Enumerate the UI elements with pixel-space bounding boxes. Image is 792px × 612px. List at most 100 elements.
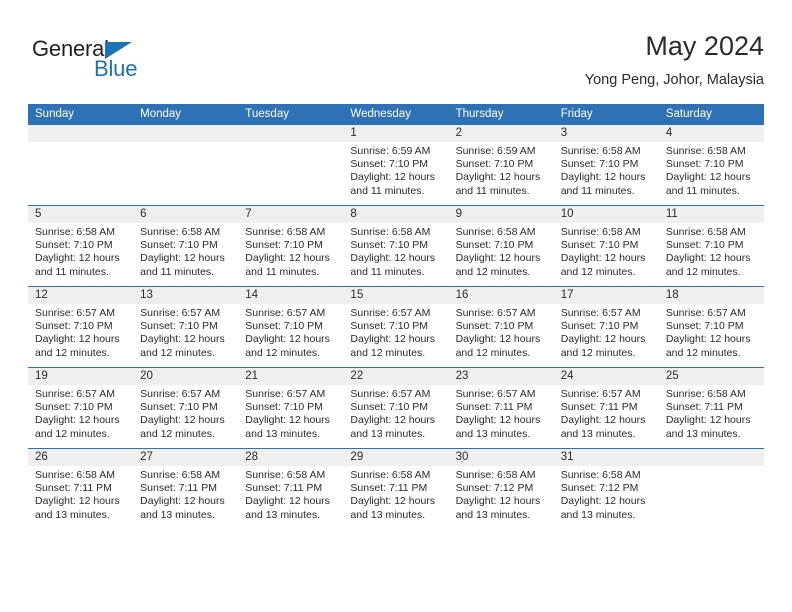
daylight-text: Daylight: 12 hours and 12 minutes. (140, 414, 225, 440)
sunset-text: Sunset: 7:10 PM (350, 401, 429, 414)
day-sun-info: Sunrise: 6:58 AM Sunset: 7:10 PM Daylight:… (343, 223, 448, 279)
calendar-day-cell-empty (238, 125, 344, 206)
calendar-day-cell[interactable]: 12 Sunrise: 6:57 AM Sunset: 7:10 PM Dayligh… (28, 286, 134, 368)
day-number-band: 20 (133, 368, 239, 385)
calendar-day-cell[interactable]: 23 Sunrise: 6:57 AM Sunset: 7:11 PM Dayligh… (448, 367, 554, 449)
sunset-text: Sunset: 7:10 PM (140, 401, 218, 414)
sunset-text: Sunset: 7:11 PM (455, 401, 533, 414)
daylight-text: Daylight: 12 hours and 12 minutes. (35, 414, 120, 440)
day-sun-info: Sunrise: 6:57 AM Sunset: 7:10 PM Daylight:… (238, 385, 343, 441)
sunset-text: Sunset: 7:10 PM (665, 158, 744, 171)
day-number: 9 (455, 208, 462, 220)
calendar-day-cell[interactable]: 21 Sunrise: 6:57 AM Sunset: 7:10 PM Dayligh… (238, 367, 344, 449)
calendar-day-cell[interactable]: 27 Sunrise: 6:58 AM Sunset: 7:11 PM Dayligh… (133, 448, 239, 529)
calendar-day-cell[interactable]: 17 Sunrise: 6:57 AM Sunset: 7:10 PM Dayligh… (553, 286, 659, 368)
calendar-day-cell[interactable]: 7 Sunrise: 6:58 AM Sunset: 7:10 PM Daylight… (238, 205, 344, 287)
calendar-day-cell[interactable]: 8 Sunrise: 6:58 AM Sunset: 7:10 PM Daylight… (343, 205, 449, 287)
calendar-day-cell[interactable]: 13 Sunrise: 6:57 AM Sunset: 7:10 PM Dayligh… (133, 286, 239, 368)
calendar-day-cell[interactable]: 15 Sunrise: 6:57 AM Sunset: 7:10 PM Dayligh… (343, 286, 449, 368)
day-number: 2 (455, 127, 462, 139)
day-sun-info: Sunrise: 6:57 AM Sunset: 7:10 PM Daylight:… (343, 304, 448, 360)
logo-word-blue: Blue (94, 56, 138, 81)
day-number-band: 12 (28, 287, 134, 304)
sunrise-text: Sunrise: 6:58 AM (665, 226, 746, 238)
daylight-text: Daylight: 12 hours and 13 minutes. (560, 414, 646, 440)
calendar-day-cell[interactable]: 19 Sunrise: 6:57 AM Sunset: 7:10 PM Dayligh… (28, 367, 134, 449)
sunset-text: Sunset: 7:10 PM (245, 401, 323, 414)
daylight-text: Daylight: 12 hours and 12 minutes. (140, 333, 225, 359)
day-cell-content: 9 Sunrise: 6:58 AM Sunset: 7:10 PM Daylight… (448, 206, 554, 286)
calendar-day-cell[interactable]: 6 Sunrise: 6:58 AM Sunset: 7:10 PM Daylight… (133, 205, 239, 287)
sunrise-text: Sunrise: 6:57 AM (140, 388, 221, 400)
day-sun-info: Sunrise: 6:59 AM Sunset: 7:10 PM Daylight:… (449, 142, 554, 198)
daylight-text: Daylight: 12 hours and 13 minutes. (665, 414, 751, 440)
daylight-text: Daylight: 12 hours and 11 minutes. (665, 171, 751, 197)
day-cell-content: 10 Sunrise: 6:58 AM Sunset: 7:10 PM Dayligh… (553, 206, 659, 286)
calendar-day-cell[interactable]: 31 Sunrise: 6:58 AM Sunset: 7:12 PM Dayligh… (553, 448, 659, 529)
calendar-day-cell[interactable]: 25 Sunrise: 6:58 AM Sunset: 7:11 PM Dayligh… (658, 367, 764, 449)
day-number: 27 (140, 451, 153, 463)
sunrise-text: Sunrise: 6:57 AM (245, 307, 326, 319)
day-number: 26 (35, 451, 48, 463)
calendar-day-cell[interactable]: 2 Sunrise: 6:59 AM Sunset: 7:10 PM Daylight… (448, 125, 554, 206)
sunrise-text: Sunrise: 6:57 AM (35, 307, 115, 319)
calendar-day-cell[interactable]: 16 Sunrise: 6:57 AM Sunset: 7:10 PM Dayligh… (448, 286, 554, 368)
page-title: May 2024 (645, 31, 764, 61)
calendar-day-cell[interactable]: 14 Sunrise: 6:57 AM Sunset: 7:10 PM Dayligh… (238, 286, 344, 368)
calendar-day-cell[interactable]: 26 Sunrise: 6:58 AM Sunset: 7:11 PM Dayligh… (28, 448, 134, 529)
day-cell-content: 28 Sunrise: 6:58 AM Sunset: 7:11 PM Dayligh… (238, 449, 344, 529)
calendar-page: General Blue May 2024 Yong Peng, Johor, … (0, 0, 792, 612)
day-number-band: 30 (448, 449, 554, 466)
calendar-day-cell[interactable]: 22 Sunrise: 6:57 AM Sunset: 7:10 PM Dayligh… (343, 367, 449, 449)
daylight-text: Daylight: 12 hours and 11 minutes. (350, 252, 436, 278)
sunrise-text: Sunrise: 6:57 AM (245, 388, 326, 400)
day-cell-content: 16 Sunrise: 6:57 AM Sunset: 7:10 PM Dayligh… (448, 287, 554, 367)
sunrise-text: Sunrise: 6:58 AM (35, 469, 115, 481)
calendar-day-cell[interactable]: 1 Sunrise: 6:59 AM Sunset: 7:10 PM Daylight… (343, 125, 449, 206)
day-number-band: 28 (238, 449, 344, 466)
calendar-day-cell[interactable]: 30 Sunrise: 6:58 AM Sunset: 7:12 PM Dayligh… (448, 448, 554, 529)
day-cell-content: 4 Sunrise: 6:58 AM Sunset: 7:10 PM Daylight… (658, 125, 764, 205)
day-cell-content: 31 Sunrise: 6:58 AM Sunset: 7:12 PM Dayligh… (553, 449, 659, 529)
calendar-day-cell[interactable]: 5 Sunrise: 6:58 AM Sunset: 7:10 PM Daylight… (28, 205, 134, 287)
daylight-text: Daylight: 12 hours and 11 minutes. (560, 171, 646, 197)
day-number: 19 (35, 370, 48, 382)
calendar-day-cell[interactable]: 24 Sunrise: 6:57 AM Sunset: 7:11 PM Dayligh… (553, 367, 659, 449)
day-number-band: 4 (658, 125, 764, 142)
sunrise-text: Sunrise: 6:58 AM (665, 388, 746, 400)
calendar-day-cell[interactable]: 28 Sunrise: 6:58 AM Sunset: 7:11 PM Dayligh… (238, 448, 344, 529)
calendar-day-cell-empty (658, 448, 764, 529)
calendar-day-cell[interactable]: 3 Sunrise: 6:58 AM Sunset: 7:10 PM Daylight… (553, 125, 659, 206)
sunrise-text: Sunrise: 6:57 AM (455, 307, 536, 319)
day-sun-info: Sunrise: 6:58 AM Sunset: 7:10 PM Daylight:… (133, 223, 238, 279)
day-number-band: 18 (658, 287, 764, 304)
day-cell-content (238, 125, 344, 205)
day-number-band: 17 (553, 287, 659, 304)
day-number: 6 (140, 208, 147, 220)
day-number-band: 15 (343, 287, 449, 304)
day-cell-content: 26 Sunrise: 6:58 AM Sunset: 7:11 PM Dayligh… (28, 449, 134, 529)
weekday-header-row: Sunday Monday Tuesday Wednesday Thursday Frid… (28, 104, 764, 125)
calendar-table: Sunday Monday Tuesday Wednesday Thursday Frid… (28, 104, 764, 529)
day-number-band: 8 (343, 206, 449, 223)
sunset-text: Sunset: 7:10 PM (350, 320, 429, 333)
sunrise-text: Sunrise: 6:58 AM (245, 226, 326, 238)
weekday-header-saturday: Saturday (658, 104, 764, 125)
day-sun-info: Sunrise: 6:58 AM Sunset: 7:11 PM Daylight:… (28, 466, 133, 522)
calendar-day-cell[interactable]: 20 Sunrise: 6:57 AM Sunset: 7:10 PM Dayligh… (133, 367, 239, 449)
day-number: 21 (245, 370, 259, 382)
day-number-band: 9 (448, 206, 554, 223)
day-number: 16 (455, 289, 469, 301)
day-number-band: 21 (238, 368, 344, 385)
sunrise-text: Sunrise: 6:58 AM (560, 469, 641, 481)
sunrise-text: Sunrise: 6:58 AM (665, 145, 746, 157)
calendar-day-cell[interactable]: 4 Sunrise: 6:58 AM Sunset: 7:10 PM Daylight… (658, 125, 764, 206)
calendar-day-cell[interactable]: 29 Sunrise: 6:58 AM Sunset: 7:11 PM Dayligh… (343, 448, 449, 529)
calendar-day-cell[interactable]: 10 Sunrise: 6:58 AM Sunset: 7:10 PM Dayligh… (553, 205, 659, 287)
day-sun-info: Sunrise: 6:58 AM Sunset: 7:10 PM Daylight:… (554, 142, 659, 198)
day-number-band: 19 (28, 368, 134, 385)
calendar-day-cell[interactable]: 18 Sunrise: 6:57 AM Sunset: 7:10 PM Dayligh… (658, 286, 764, 368)
calendar-day-cell[interactable]: 11 Sunrise: 6:58 AM Sunset: 7:10 PM Dayligh… (658, 205, 764, 287)
sunset-text: Sunset: 7:10 PM (35, 401, 113, 414)
calendar-day-cell[interactable]: 9 Sunrise: 6:58 AM Sunset: 7:10 PM Daylight… (448, 205, 554, 287)
